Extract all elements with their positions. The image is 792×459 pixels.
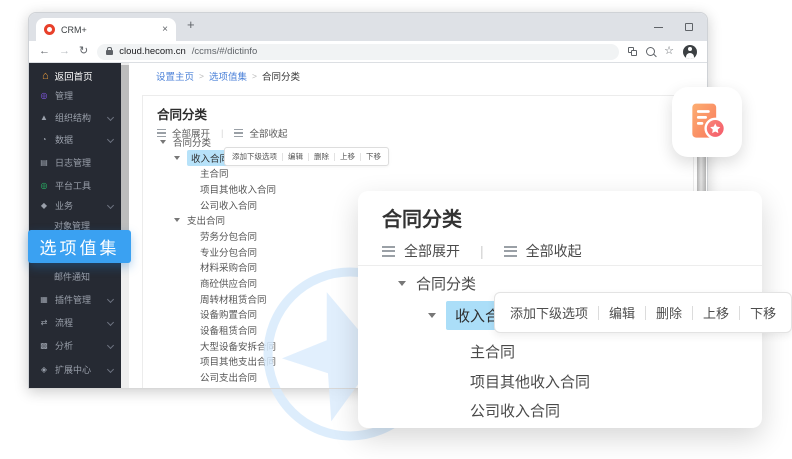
expand-all-button[interactable]: 全部展开 — [404, 241, 460, 261]
panel-divider — [358, 265, 762, 266]
chevron-down-icon — [107, 201, 114, 208]
node-action-bar: 添加下级选项 编辑 删除 上移 下移 — [224, 147, 389, 166]
delete-action[interactable]: 删除 — [314, 151, 329, 162]
analysis-icon: ▩ — [39, 341, 49, 350]
breadcrumb-separator: > — [252, 71, 257, 81]
breadcrumb-separator: > — [199, 71, 204, 81]
chevron-down-icon — [107, 318, 114, 325]
crm-favicon-icon — [44, 24, 55, 35]
tree-node-root[interactable]: 合同分类 — [398, 273, 476, 294]
sidebar-item-youjiantongzhi[interactable]: 邮件通知 — [54, 270, 90, 282]
clock-icon: ◔ — [39, 135, 49, 144]
url-path: /ccms/#/dictinfo — [192, 46, 257, 57]
magnified-panel: 合同分类 全部展开 | 全部收起 合同分类 收入合同 添加下级选项 编辑 删除 … — [358, 191, 762, 428]
minimize-button[interactable] — [654, 27, 663, 28]
address-input[interactable]: cloud.hecom.cn/ccms/#/dictinfo — [97, 44, 619, 60]
sidebar-item-fenxi[interactable]: ▩ 分析 — [39, 339, 113, 351]
move-up-action[interactable]: 上移 — [703, 303, 729, 322]
sidebar: ⌂ 返回首页 ◎ 管理 ▲ 组织结构 ◔ 数据 ▤ — [29, 63, 121, 388]
refresh-button[interactable]: ↻ — [79, 46, 88, 57]
chevron-down-icon — [107, 113, 114, 120]
back-button[interactable]: ← — [39, 46, 50, 57]
document-star-icon — [685, 99, 729, 145]
new-tab-button[interactable]: + — [187, 17, 195, 32]
page-title: 合同分类 — [157, 104, 207, 123]
log-icon: ▤ — [39, 158, 49, 167]
breadcrumb: 设置主页 > 选项值集 > 合同分类 — [156, 69, 300, 83]
caret-down-icon[interactable] — [174, 218, 180, 222]
tree-node[interactable]: 主合同 — [470, 341, 515, 362]
breadcrumb-current: 合同分类 — [262, 69, 300, 83]
platform-icon: ◎ — [39, 181, 49, 190]
url-bar: ← → ↻ cloud.hecom.cn/ccms/#/dictinfo ☆ — [29, 41, 707, 63]
add-child-action[interactable]: 添加下级选项 — [510, 303, 588, 322]
chevron-down-icon — [107, 295, 114, 302]
sidebar-scrollbar[interactable] — [121, 63, 129, 388]
sidebar-home[interactable]: ⌂ 返回首页 — [42, 69, 93, 83]
scrollbar-thumb[interactable] — [121, 65, 129, 255]
home-icon: ⌂ — [42, 71, 49, 82]
tree-node-income[interactable]: 收入合同 添加下级选项 编辑 删除 上移 下移 — [143, 150, 693, 166]
business-icon: ◆ — [39, 201, 49, 210]
dict-feature-card — [672, 87, 742, 157]
panel-title: 合同分类 — [382, 203, 462, 232]
sidebar-item-pingtai[interactable]: ◎ 平台工具 — [39, 179, 113, 191]
sidebar-item-dict-callout[interactable]: 选项值集 — [28, 230, 131, 263]
tree-node[interactable]: 公司收入合同 — [470, 400, 560, 421]
sidebar-home-label: 返回首页 — [55, 69, 93, 83]
tab-close-icon[interactable]: × — [162, 25, 168, 35]
org-icon: ▲ — [39, 113, 49, 122]
browser-action-icons: ☆ — [628, 45, 697, 59]
secure-lock-icon — [106, 50, 113, 55]
plugin-icon: ▦ — [39, 295, 49, 304]
extension-icon: ◈ — [39, 365, 49, 374]
sidebar-item-kuozhan[interactable]: ◈ 扩展中心 — [39, 363, 113, 375]
url-host: cloud.hecom.cn — [119, 46, 186, 57]
move-down-action[interactable]: 下移 — [750, 303, 776, 322]
edit-action[interactable]: 编辑 — [609, 303, 635, 322]
tree-node[interactable]: 主合同 — [143, 165, 693, 181]
move-down-action[interactable]: 下移 — [366, 151, 381, 162]
add-child-action[interactable]: 添加下级选项 — [232, 151, 277, 162]
sidebar-item-chajian[interactable]: ▦ 插件管理 — [39, 293, 113, 305]
caret-down-icon[interactable] — [160, 140, 166, 144]
move-up-action[interactable]: 上移 — [340, 151, 355, 162]
caret-down-icon[interactable] — [428, 313, 436, 318]
delete-action[interactable]: 删除 — [656, 303, 682, 322]
screenshot-canvas: CRM+ × + ← → ↻ cloud.hecom.cn/ccms/#/dic… — [0, 0, 792, 459]
window-controls — [654, 13, 693, 41]
collapse-all-icon — [504, 246, 517, 257]
bookmark-star-icon[interactable]: ☆ — [664, 46, 674, 57]
caret-down-icon[interactable] — [398, 281, 406, 286]
node-action-bar: 添加下级选项 编辑 删除 上移 下移 — [494, 292, 792, 333]
sidebar-item-shuju[interactable]: ◔ 数据 — [39, 133, 113, 145]
profile-avatar[interactable] — [683, 45, 697, 59]
chevron-down-icon — [107, 341, 114, 348]
chevron-down-icon — [107, 365, 114, 372]
tree-node[interactable]: 项目其他收入合同 — [470, 371, 590, 392]
browser-tab[interactable]: CRM+ × — [36, 18, 176, 41]
zoom-icon[interactable] — [646, 47, 655, 56]
sidebar-item-guanli[interactable]: ◎ 管理 — [39, 89, 113, 101]
target-icon: ◎ — [39, 91, 49, 100]
caret-down-icon[interactable] — [174, 156, 180, 160]
panel-toolbar: 全部展开 | 全部收起 — [382, 241, 582, 261]
sidebar-item-zuzhijiegou[interactable]: ▲ 组织结构 — [39, 111, 113, 123]
tab-strip: CRM+ × + — [29, 13, 707, 41]
tab-title: CRM+ — [61, 25, 156, 35]
collapse-all-button[interactable]: 全部收起 — [526, 241, 582, 261]
pages-icon[interactable] — [628, 47, 637, 56]
chevron-down-icon — [107, 135, 114, 142]
sidebar-item-liucheng[interactable]: ⇄ 流程 — [39, 316, 113, 328]
maximize-button[interactable] — [685, 23, 693, 31]
sidebar-item-rizhi[interactable]: ▤ 日志管理 — [39, 156, 113, 168]
expand-all-icon — [382, 246, 395, 257]
breadcrumb-home[interactable]: 设置主页 — [156, 69, 194, 83]
edit-action[interactable]: 编辑 — [288, 151, 303, 162]
sidebar-item-yewu[interactable]: ◆ 业务 — [39, 199, 113, 211]
breadcrumb-dict[interactable]: 选项值集 — [209, 69, 247, 83]
forward-button[interactable]: → — [59, 46, 70, 57]
flow-icon: ⇄ — [39, 318, 49, 327]
